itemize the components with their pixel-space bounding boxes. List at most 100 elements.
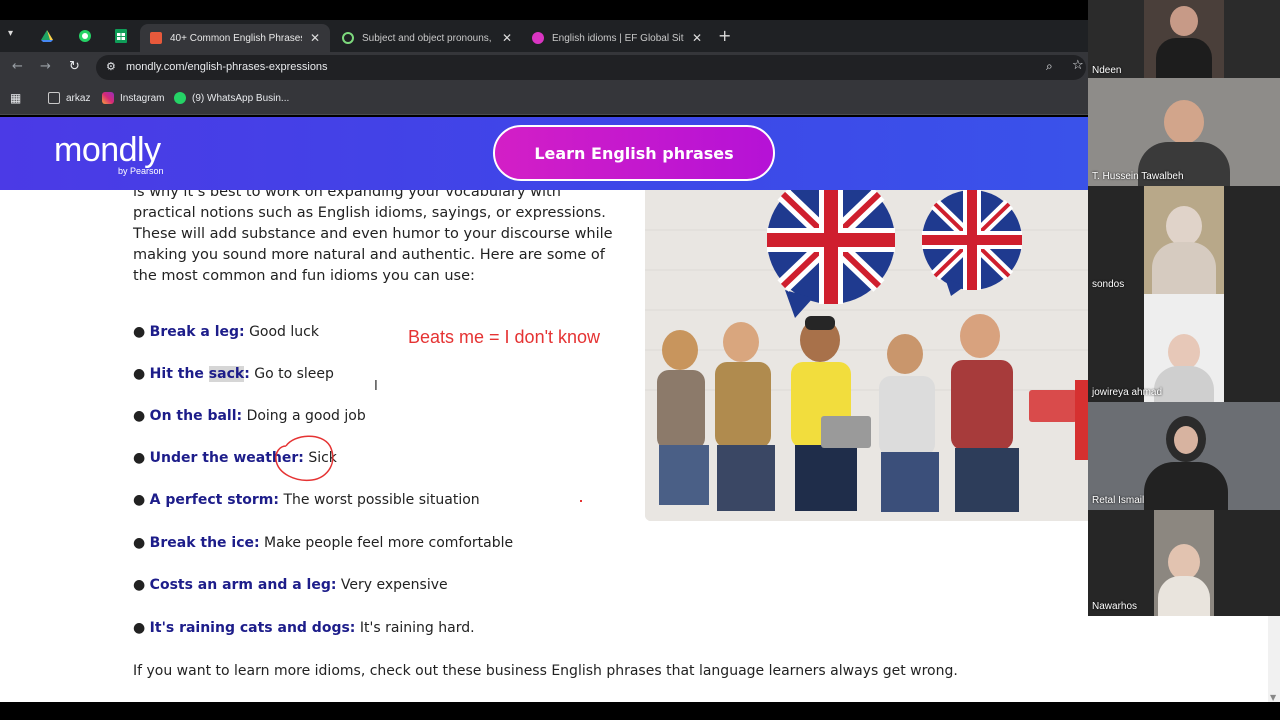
body-shape (1158, 576, 1210, 616)
handwritten-note: Beats me = I don't know (408, 327, 601, 347)
idiom-item: ● Break the ice: Make people feel more c… (133, 535, 513, 551)
bookmark-whatsapp-business[interactable]: (9) WhatsApp Busin... (174, 92, 289, 104)
participant-video (1144, 0, 1224, 78)
tab-title: English idioms | EF Global Site | (552, 32, 684, 44)
tab-pronouns[interactable]: Subject and object pronouns, p ✕ (332, 24, 522, 52)
participant-tile[interactable]: Ndeen (1088, 0, 1280, 78)
students-photo (645, 190, 1088, 521)
idiom-meaning: Go to sleep (254, 366, 334, 382)
close-tab-icon[interactable]: ✕ (310, 31, 320, 45)
video-call-panel: Ndeen T. Hussein Tawalbeh sondos jowirey… (1088, 0, 1280, 616)
idiom-meaning: Very expensive (340, 577, 448, 593)
idiom-item: ● On the ball: Doing a good job (133, 408, 366, 424)
participant-tile[interactable]: jowireya ahmad (1088, 294, 1280, 402)
body-shape (1154, 366, 1214, 402)
participant-tile[interactable]: T. Hussein Tawalbeh (1088, 78, 1280, 186)
mondly-logo[interactable]: mondly (54, 131, 161, 170)
face-shape (1166, 206, 1202, 246)
whatsapp-icon[interactable] (78, 28, 94, 44)
participant-name: Ndeen (1092, 65, 1122, 76)
participant-name: jowireya ahmad (1092, 387, 1163, 398)
article-content: is why it’s best to work on expanding yo… (0, 190, 1268, 702)
idiom-item: ● It's raining cats and dogs: It's raini… (133, 620, 475, 636)
participant-name: Nawarhos (1092, 601, 1138, 612)
body-shape (1156, 38, 1212, 78)
red-dot-mark (580, 500, 582, 502)
participant-tile[interactable]: Retal Ismail (1088, 402, 1280, 510)
close-tab-icon[interactable]: ✕ (692, 31, 702, 45)
new-tab-button[interactable]: + (718, 26, 734, 45)
participant-tile[interactable]: Nawarhos (1088, 510, 1280, 616)
participant-name: T. Hussein Tawalbeh (1092, 171, 1184, 182)
scroll-down-icon[interactable]: ▼ (1270, 693, 1276, 702)
idiom-term: On the ball: (149, 408, 243, 424)
bottom-black-bar (0, 702, 1280, 720)
reload-icon[interactable]: ↻ (69, 59, 80, 74)
instagram-icon (102, 92, 114, 104)
bookmark-instagram[interactable]: Instagram (102, 92, 164, 104)
url-text: mondly.com/english-phrases-expressions (126, 61, 328, 73)
face-shape (1168, 334, 1200, 370)
bookmark-label: arkaz (66, 92, 91, 104)
bullet: ● (133, 492, 146, 508)
participant-tile[interactable]: sondos (1088, 186, 1280, 294)
back-icon[interactable]: ← (12, 59, 23, 74)
learn-phrases-button[interactable]: Learn English phrases (493, 125, 775, 181)
top-black-bar (0, 0, 1088, 20)
text-cursor-icon: I (374, 379, 378, 394)
mondly-favicon-icon (150, 32, 162, 44)
idiom-term: A perfect storm: (149, 492, 279, 508)
site-header: mondly by Pearson Learn English phrases (0, 117, 1088, 190)
forward-icon[interactable]: → (40, 59, 51, 74)
idiom-term-colon: : (244, 366, 250, 382)
idiom-meaning: The worst possible situation (283, 492, 480, 508)
logo-subtitle: by Pearson (118, 166, 164, 176)
bullet: ● (133, 408, 146, 424)
idiom-meaning: It's raining hard. (359, 620, 475, 636)
tab-search-icon[interactable]: ▾ (8, 28, 24, 44)
outro-paragraph: If you want to learn more idioms, check … (133, 663, 958, 679)
folder-icon (48, 92, 60, 104)
participant-video (1144, 186, 1224, 294)
hero-image (645, 190, 1088, 521)
google-drive-icon[interactable] (40, 28, 56, 44)
toolbar: ← → ↻ ⚙ mondly.com/english-phrases-expre… (0, 52, 1088, 82)
face-shape (1168, 544, 1200, 580)
body-shape (1152, 242, 1216, 294)
address-bar[interactable]: ⚙ mondly.com/english-phrases-expressions… (96, 55, 1086, 80)
participant-name: sondos (1092, 279, 1125, 290)
idiom-term: Hit the sack: (150, 366, 250, 382)
idiom-term: Break a leg: (149, 324, 245, 340)
idiom-meaning: Good luck (249, 324, 319, 340)
idiom-term: It's raining cats and dogs: (149, 620, 356, 636)
tab-ef-idioms[interactable]: English idioms | EF Global Site | ✕ (522, 24, 712, 52)
bookmark-label: (9) WhatsApp Busin... (192, 92, 290, 104)
close-tab-icon[interactable]: ✕ (502, 31, 512, 45)
tab-title: Subject and object pronouns, p (362, 32, 494, 44)
idiom-item: ● A perfect storm: The worst possible si… (133, 492, 480, 508)
checkmark-favicon-icon (342, 32, 354, 44)
red-circle-annotation (275, 435, 334, 482)
bullet: ● (133, 577, 146, 593)
ef-favicon-icon (532, 32, 544, 44)
page-scrollbar[interactable]: ▼ (1268, 616, 1280, 704)
tab-title: 40+ Common English Phrases f (170, 32, 302, 44)
idiom-item: ● Break a leg: Good luck (133, 324, 319, 340)
bullet: ● (133, 324, 146, 340)
face-shape (1174, 426, 1198, 454)
body-shape (1144, 462, 1228, 510)
bookmark-arkaz[interactable]: arkaz (48, 92, 90, 104)
tab-mondly[interactable]: 40+ Common English Phrases f ✕ (140, 24, 330, 52)
idiom-item: ● Hit the sack: Go to sleep (133, 366, 334, 382)
whatsapp-icon (174, 92, 186, 104)
bookmark-label: Instagram (120, 92, 165, 104)
participant-video (1144, 294, 1224, 402)
bookmark-star-icon[interactable]: ☆ (1072, 58, 1084, 73)
site-info-icon[interactable]: ⚙ (106, 60, 116, 73)
bullet: ● (133, 620, 146, 636)
tab-strip: ▾ 40+ Common English Phrases f ✕ Subject… (0, 20, 1088, 52)
google-sheets-icon[interactable] (115, 28, 131, 44)
face-shape (1170, 6, 1198, 36)
apps-grid-icon[interactable]: ▦ (10, 91, 21, 105)
zoom-icon[interactable]: ⌕ (1046, 59, 1053, 74)
